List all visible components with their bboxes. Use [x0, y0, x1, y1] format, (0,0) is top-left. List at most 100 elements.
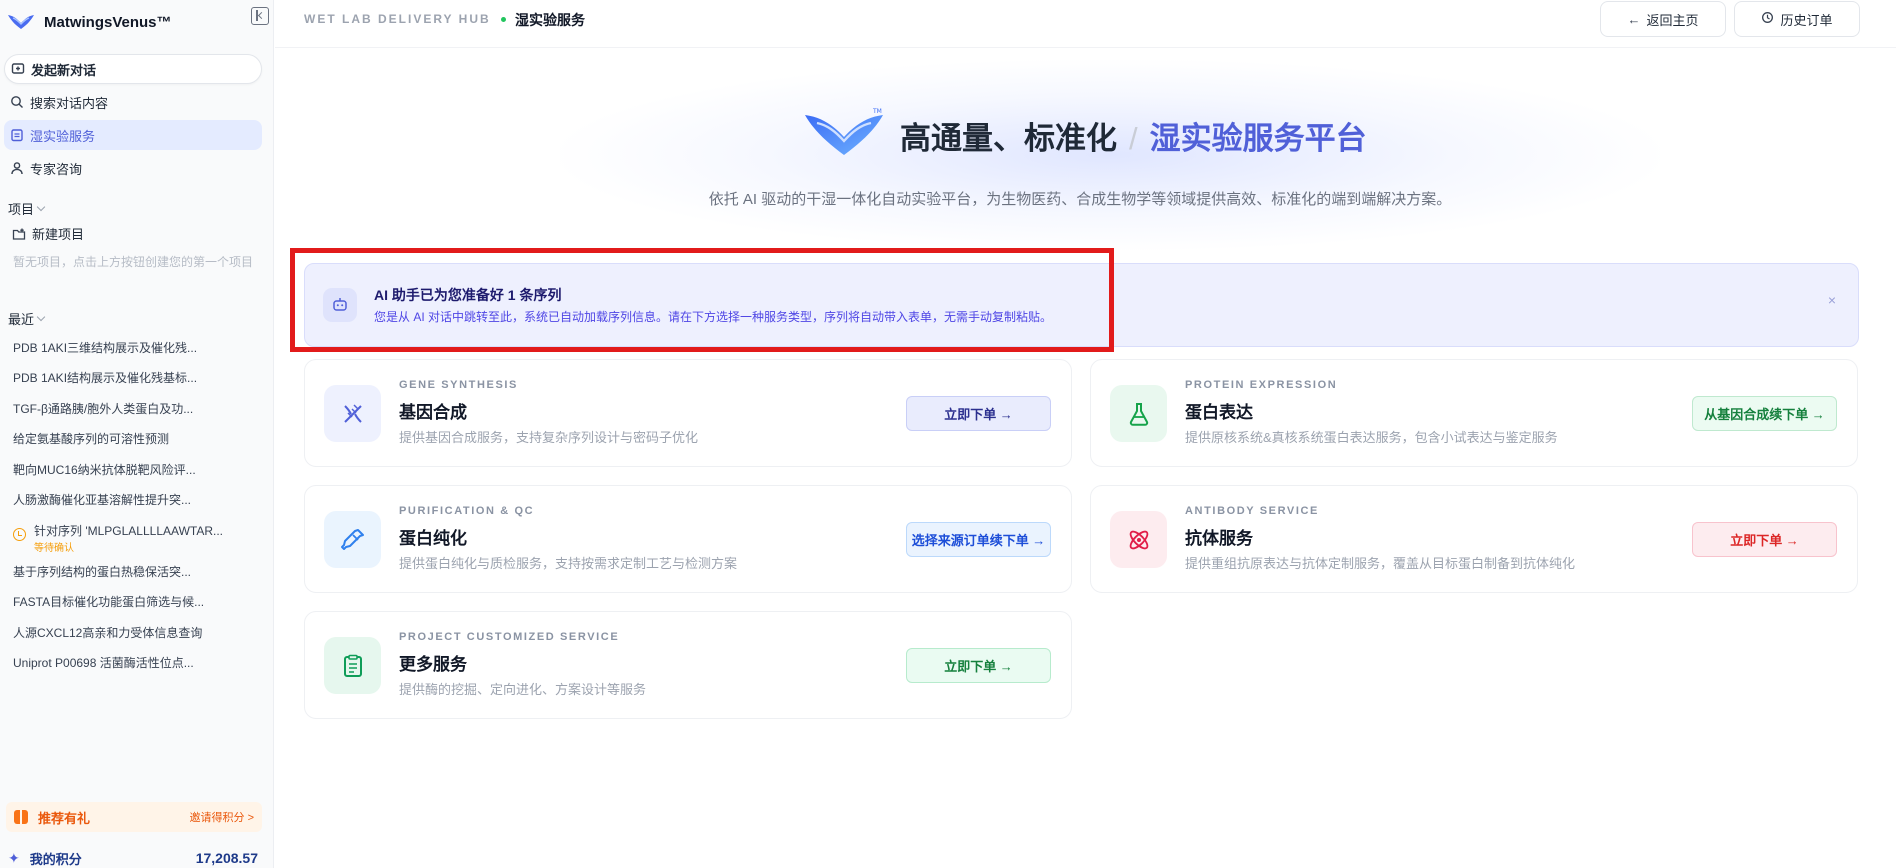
sidebar: MatwingsVenus™ 发起新对话 搜索对话内容 湿实验服务 专家咨询 项…	[0, 0, 274, 868]
projects-section-title: 项目	[8, 202, 35, 217]
top-bar: WET LAB DELIVERY HUB 湿实验服务 ← 返回主页 历史订单	[275, 0, 1896, 48]
robot-icon	[323, 288, 357, 322]
sparkle-icon: ✦	[8, 849, 20, 866]
new-project-button[interactable]: 新建项目	[12, 224, 84, 243]
service-title: 蛋白表达	[1185, 403, 1253, 422]
brand-logo-icon	[8, 15, 34, 29]
hero-title-main: 高通量、标准化	[900, 121, 1117, 156]
new-project-label: 新建项目	[32, 227, 85, 242]
sidebar-item-wetlab[interactable]: 湿实验服务	[4, 120, 262, 150]
close-icon[interactable]: ×	[1828, 292, 1836, 308]
recent-section-title: 最近	[8, 312, 35, 327]
order-history-button[interactable]: 历史订单	[1734, 1, 1860, 37]
service-card-purification: PURIFICATION & QC 蛋白纯化 提供蛋白纯化与质检服务，支持按需求…	[304, 485, 1072, 593]
brand-name: MatwingsVenus™	[44, 13, 172, 31]
ai-banner-description: 您是从 AI 对话中跳转至此，系统已自动加载序列信息。请在下方选择一种服务类型，…	[374, 310, 1053, 324]
status-dot-icon	[501, 17, 506, 22]
sidebar-item-expert[interactable]: 专家咨询	[4, 153, 262, 183]
ai-banner-title: AI 助手已为您准备好 1 条序列	[374, 287, 562, 303]
service-label-en: PROJECT CUSTOMIZED SERVICE	[399, 631, 620, 643]
service-title: 更多服务	[399, 655, 467, 674]
recent-chat-item-pending[interactable]: 针对序列 'MLPGLALLLLAAWTAR... 等待确认	[13, 520, 253, 554]
new-chat-button[interactable]: 发起新对话	[4, 54, 262, 84]
service-title: 抗体服务	[1185, 529, 1253, 548]
search-icon	[10, 95, 24, 109]
protein-continue-order-button[interactable]: 从基因合成续下单 →	[1692, 396, 1837, 431]
recent-chat-item[interactable]: 人源CXCL12高亲和力受体信息查询	[13, 624, 213, 641]
clipboard-icon	[10, 128, 24, 142]
order-history-label: 历史订单	[1780, 12, 1833, 28]
points-label: 我的积分	[29, 851, 82, 867]
breadcrumb-current: 湿实验服务	[515, 12, 585, 28]
service-label-en: PROTEIN EXPRESSION	[1185, 379, 1338, 391]
service-card-antibody: ANTIBODY SERVICE 抗体服务 提供重组抗原表达与抗体定制服务，覆盖…	[1090, 485, 1858, 593]
hero-title-separator: /	[1129, 121, 1138, 156]
more-order-button[interactable]: 立即下单 →	[906, 648, 1051, 683]
projects-section-toggle[interactable]: 项目	[8, 199, 46, 218]
recent-section-toggle[interactable]: 最近	[8, 309, 46, 328]
brand[interactable]: MatwingsVenus™	[6, 6, 268, 38]
recent-chat-item[interactable]: 基于序列结构的蛋白热稳保活突...	[13, 563, 213, 580]
service-label-en: GENE SYNTHESIS	[399, 379, 518, 391]
antibody-order-button[interactable]: 立即下单 →	[1692, 522, 1837, 557]
pending-status-badge: 等待确认	[34, 543, 74, 554]
referral-link[interactable]: 邀请得积分 >	[190, 809, 254, 825]
search-chats-button[interactable]: 搜索对话内容	[4, 87, 262, 117]
service-label-en: PURIFICATION & QC	[399, 505, 535, 517]
chevron-down-icon	[36, 312, 46, 322]
new-chat-icon	[11, 62, 25, 76]
gift-icon	[14, 810, 28, 824]
hero-subtitle: 依托 AI 驱动的干湿一体化自动实验平台，为生物医药、合成生物学等领域提供高效、…	[708, 191, 1452, 208]
service-card-gene-synthesis: GENE SYNTHESIS 基因合成 提供基因合成服务，支持复杂序列设计与密码…	[304, 359, 1072, 467]
purify-continue-order-button[interactable]: 选择来源订单续下单 →	[906, 522, 1051, 557]
service-label-en: ANTIBODY SERVICE	[1185, 505, 1319, 517]
clock-icon	[13, 528, 26, 541]
flask-icon	[1110, 385, 1167, 442]
arrow-left-icon: ←	[1627, 11, 1641, 27]
sidebar-item-expert-label: 专家咨询	[30, 161, 83, 177]
new-chat-label: 发起新对话	[31, 62, 97, 78]
service-description: 提供基因合成服务，支持复杂序列设计与密码子优化	[399, 430, 699, 445]
service-description: 提供重组抗原表达与抗体定制服务，覆盖从目标蛋白制备到抗体纯化	[1185, 556, 1576, 571]
pending-chat-title: 针对序列 'MLPGLALLLLAAWTAR...	[34, 524, 224, 538]
service-title: 蛋白纯化	[399, 529, 467, 548]
recent-chat-item[interactable]: 给定氨基酸序列的可溶性预测	[13, 430, 213, 447]
service-description: 提供酶的挖掘、定向进化、方案设计等服务	[399, 682, 647, 697]
back-home-label: 返回主页	[1646, 12, 1699, 28]
history-icon	[1761, 11, 1774, 27]
service-card-more: PROJECT CUSTOMIZED SERVICE 更多服务 提供酶的挖掘、定…	[304, 611, 1072, 719]
recent-chat-item[interactable]: 靶向MUC16纳米抗体脱靶风险评...	[13, 461, 213, 478]
points-row[interactable]: ✦ 我的积分 17,208.57	[8, 848, 258, 868]
sidebar-item-wetlab-label: 湿实验服务	[30, 128, 96, 144]
breadcrumb-en: WET LAB DELIVERY HUB	[304, 12, 491, 26]
chevron-down-icon	[36, 202, 46, 212]
clipboard-list-icon	[324, 637, 381, 694]
points-value: 17,208.57	[195, 850, 258, 866]
recent-chat-item[interactable]: Uniprot P00698 活菌酶活性位点...	[13, 654, 213, 671]
pipette-icon	[324, 511, 381, 568]
search-chats-label: 搜索对话内容	[30, 95, 109, 111]
recent-chat-item[interactable]: 人肠激酶催化亚基溶解性提升突...	[13, 491, 213, 508]
gene-order-button[interactable]: 立即下单 →	[906, 396, 1051, 431]
recent-chat-item[interactable]: PDB 1AKI结构展示及催化残基标...	[13, 369, 213, 386]
recent-chat-item[interactable]: FASTA目标催化功能蛋白筛选与候...	[13, 593, 213, 610]
user-icon	[10, 161, 24, 175]
back-home-button[interactable]: ← 返回主页	[1600, 1, 1726, 37]
service-card-protein-expression: PROTEIN EXPRESSION 蛋白表达 提供原核系统&真核系统蛋白表达服…	[1090, 359, 1858, 467]
referral-banner[interactable]: 推荐有礼 邀请得积分 >	[6, 802, 262, 832]
collapse-sidebar-icon[interactable]	[251, 7, 269, 25]
recent-chat-item[interactable]: TGF-β通路胰/胞外人类蛋白及功...	[13, 400, 213, 417]
referral-label: 推荐有礼	[38, 810, 91, 826]
svg-text:TM: TM	[872, 108, 882, 115]
atom-icon	[1110, 511, 1167, 568]
projects-empty-note: 暂无项目，点击上方按钮创建您的第一个项目	[13, 255, 254, 269]
recent-chat-item[interactable]: PDB 1AKI三维结构展示及催化残...	[13, 339, 213, 356]
folder-plus-icon	[12, 227, 26, 241]
service-description: 提供原核系统&真核系统蛋白表达服务，包含小试表达与鉴定服务	[1185, 430, 1558, 445]
hero-title: 高通量、标准化 / 湿实验服务平台	[900, 113, 1367, 158]
service-description: 提供蛋白纯化与质检服务，支持按需求定制工艺与检测方案	[399, 556, 738, 571]
ai-assistant-banner: AI 助手已为您准备好 1 条序列 您是从 AI 对话中跳转至此，系统已自动加载…	[304, 263, 1859, 347]
dna-icon	[324, 385, 381, 442]
service-title: 基因合成	[399, 403, 467, 422]
hero-title-accent: 湿实验服务平台	[1149, 121, 1367, 156]
